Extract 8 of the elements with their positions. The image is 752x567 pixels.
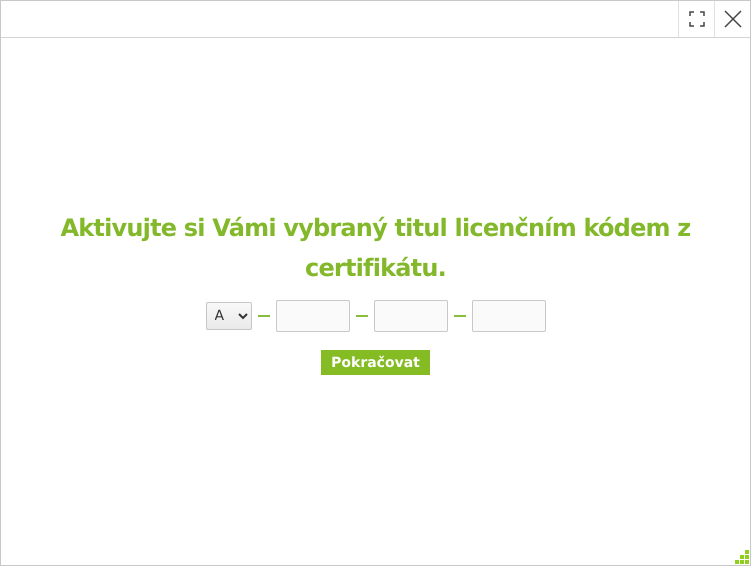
code-field[interactable] bbox=[472, 300, 546, 332]
code-field[interactable] bbox=[374, 300, 448, 332]
close-icon bbox=[724, 10, 742, 28]
heading: Aktivujte si Vámi vybraný titul licenčním kódem z certifikátu. bbox=[60, 213, 692, 284]
code-field[interactable] bbox=[276, 300, 350, 332]
fullscreen-icon bbox=[688, 11, 704, 27]
prefix-dropdown[interactable]: A bbox=[206, 302, 252, 330]
resize-grip-icon bbox=[735, 550, 749, 564]
